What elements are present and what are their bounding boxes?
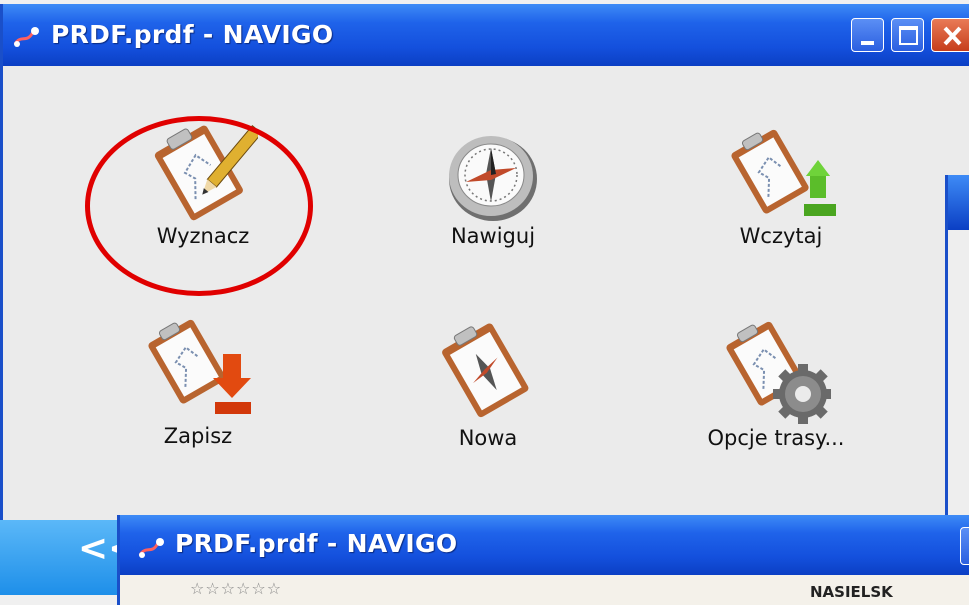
second-window-title: PRDF.prdf - NAVIGO [175,529,458,558]
tile-label: Nawiguj [450,224,536,248]
navigo-app-icon [13,27,39,47]
back-button[interactable]: << [0,520,138,595]
tile-wczytaj[interactable]: Wczytaj [681,124,881,248]
clipboard-gear-icon [726,321,831,424]
tile-label: Wczytaj [739,224,823,248]
highlight-circle [85,116,313,296]
background-window-edge [945,175,969,525]
second-window: PRDF.prdf - NAVIGO ☆☆☆☆☆☆ NASIELSK [117,515,969,605]
second-window-minimize-button[interactable] [960,527,969,565]
second-window-title-bar[interactable]: PRDF.prdf - NAVIGO [120,515,969,575]
title-bar[interactable]: PRDF.prdf - NAVIGO [3,4,969,66]
window-title: PRDF.prdf - NAVIGO [51,20,334,49]
maximize-button[interactable] [891,18,924,52]
tile-nawiguj[interactable]: Nawiguj [393,124,593,248]
main-window: PRDF.prdf - NAVIGO Wyznacz Nawiguj Wczyt… [0,4,969,595]
rating-stars: ☆☆☆☆☆☆ [190,579,283,598]
clipboard-new-icon [442,323,529,418]
map-place-label: NASIELSK [810,583,893,601]
compass-icon [449,136,537,221]
clipboard-download-icon [148,319,251,414]
tile-opcje-trasy[interactable]: Opcje trasy... [676,316,876,450]
navigo-app-icon [138,538,164,558]
minimize-button[interactable] [851,18,884,52]
close-button[interactable] [931,18,969,52]
tile-nowa[interactable]: Nowa [388,316,588,450]
tile-label: Opcje trasy... [707,426,845,450]
close-icon [943,26,962,46]
background-window-titlebar [948,175,969,230]
tile-label: Zapisz [163,424,233,448]
tile-label: Nowa [458,426,518,450]
clipboard-upload-icon [731,129,836,216]
map-view[interactable]: ☆☆☆☆☆☆ NASIELSK [120,575,969,605]
tile-zapisz[interactable]: Zapisz [98,314,298,448]
